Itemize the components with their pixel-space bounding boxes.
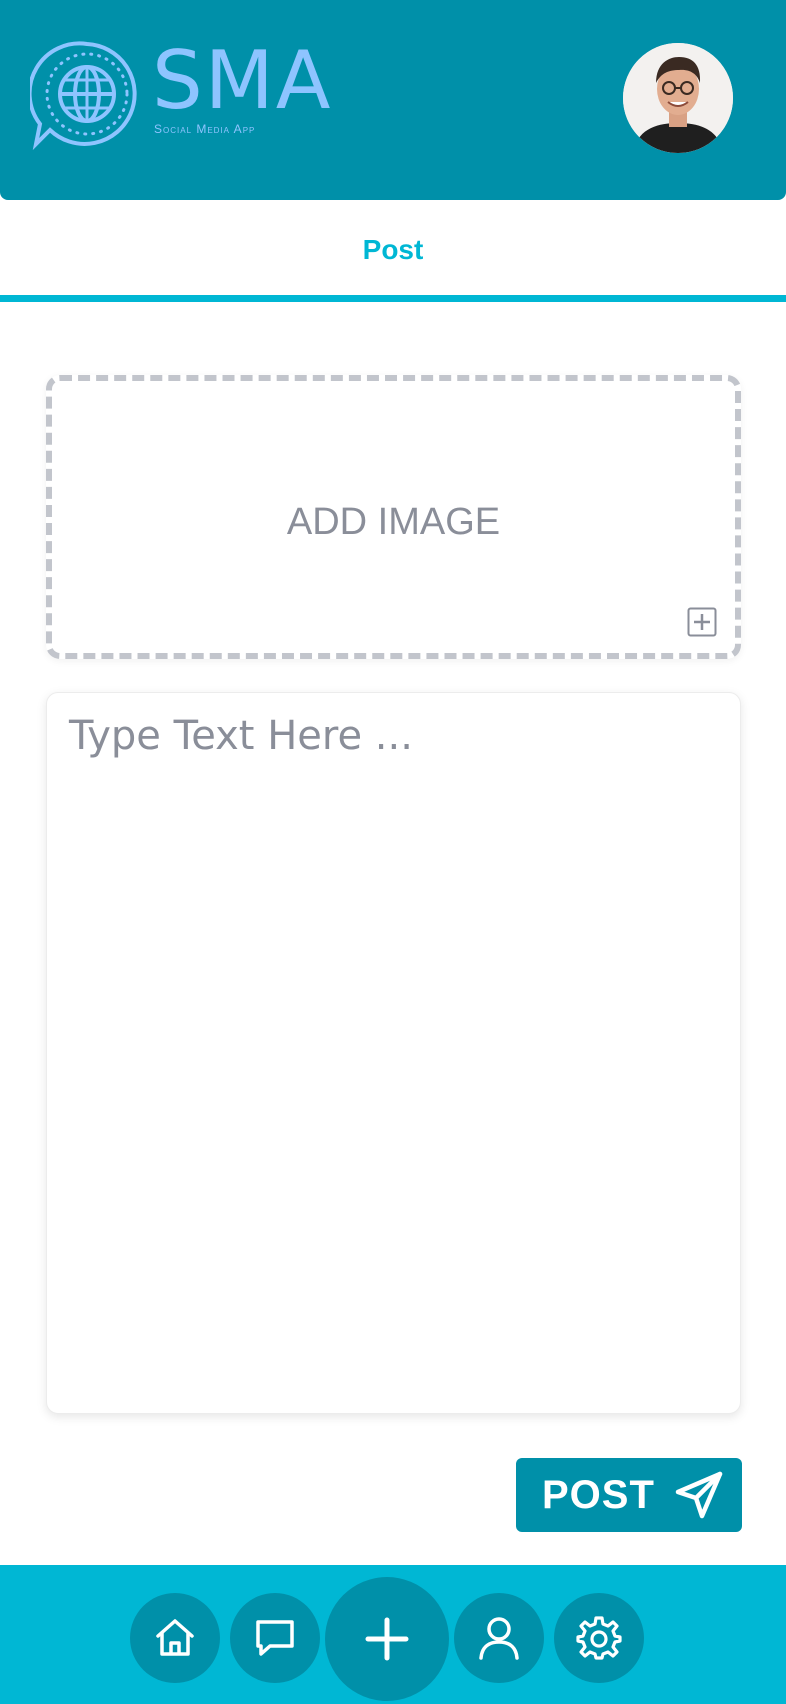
send-icon xyxy=(675,1471,723,1519)
globe-chat-logo-icon xyxy=(30,41,137,151)
logo-title: SMA xyxy=(152,34,333,127)
bottom-navigation xyxy=(0,1565,786,1704)
tab-active-indicator xyxy=(0,295,786,302)
post-button[interactable]: POST xyxy=(516,1458,742,1532)
nav-messages-button[interactable] xyxy=(230,1593,320,1683)
nav-home-button[interactable] xyxy=(130,1593,220,1683)
post-button-label: POST xyxy=(542,1472,655,1517)
user-avatar[interactable] xyxy=(623,43,733,153)
add-square-icon[interactable] xyxy=(687,607,717,637)
nav-create-button[interactable] xyxy=(325,1577,449,1701)
tab-post[interactable]: Post xyxy=(0,234,786,266)
nav-profile-button[interactable] xyxy=(454,1593,544,1683)
plus-icon xyxy=(365,1617,409,1661)
user-icon xyxy=(479,1617,519,1660)
chat-bubble-icon xyxy=(256,1620,294,1656)
avatar-photo xyxy=(623,43,733,153)
post-tab-bar: Post xyxy=(0,200,786,302)
nav-settings-button[interactable] xyxy=(554,1593,644,1683)
gear-icon xyxy=(576,1616,622,1660)
add-image-dropzone[interactable]: ADD IMAGE xyxy=(46,375,741,659)
app-header: SMA Social Media App xyxy=(0,0,786,200)
home-icon xyxy=(156,1619,194,1656)
logo-subtitle: Social Media App xyxy=(154,122,256,136)
add-image-label: ADD IMAGE xyxy=(286,501,501,543)
post-text-container xyxy=(46,692,741,1414)
app-logo[interactable]: SMA Social Media App xyxy=(30,38,340,153)
post-text-input[interactable] xyxy=(47,693,740,1413)
